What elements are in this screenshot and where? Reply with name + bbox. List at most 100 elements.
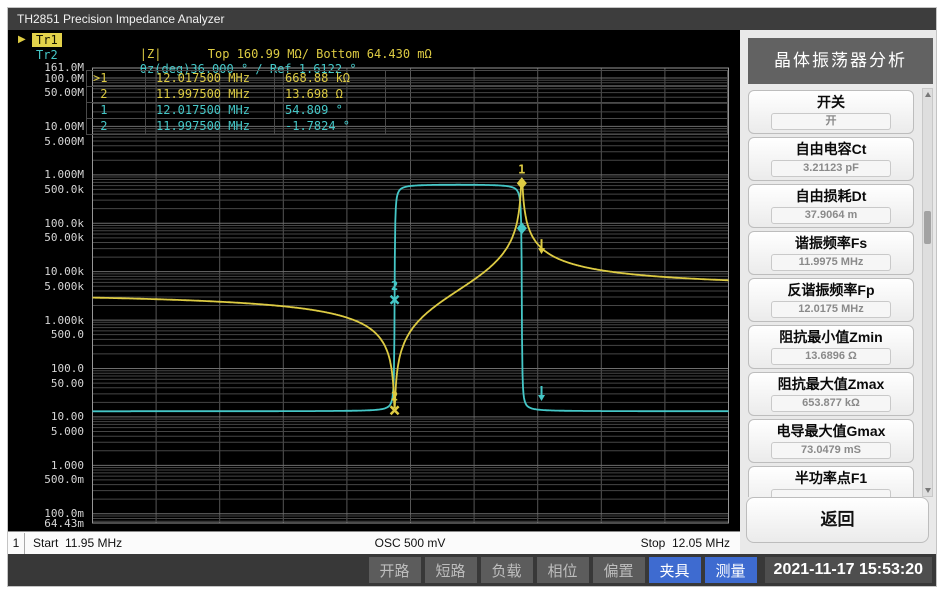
marker-2-label: 2 (391, 279, 398, 293)
y-axis-label: 5.000k (44, 281, 84, 292)
osc-level[interactable]: OSC 500 mV (375, 536, 446, 550)
scroll-up-icon[interactable] (925, 92, 931, 97)
ref-arrow-tr2-tip-icon (538, 395, 545, 401)
start-frequency[interactable]: Start 11.95 MHz (33, 536, 122, 550)
marker-1-label: 1 (518, 162, 525, 176)
marker-readout-row: 112.017500 MHz54.809 ° (86, 102, 728, 119)
measure-button[interactable]: 测量 (705, 557, 757, 583)
short-button[interactable]: 短路 (425, 557, 477, 583)
marker-readout-cell: 12.017500 MHz (146, 71, 275, 86)
marker-readout-row: 211.997500 MHz13.698 Ω (86, 86, 728, 103)
y-axis-label: 10.00k (44, 266, 84, 277)
panel-button-value (771, 489, 891, 497)
y-axis-labels: 161.0M100.0M50.00M10.00M5.000M1.000M500.… (8, 30, 88, 532)
title-bar: TH2851 Precision Impedance Analyzer (8, 8, 936, 30)
y-axis-label: 10.00 (51, 411, 84, 422)
graph-area: 122 ▶ Tr1 |Z|Top 160.99 MΩ/ Bottom 64.43… (8, 30, 740, 554)
panel-button-value: 12.0175 MHz (771, 301, 891, 318)
marker-readout-cell (386, 87, 727, 102)
datetime-display: 2021-11-17 15:53:20 (765, 557, 932, 583)
load-button[interactable]: 负载 (481, 557, 533, 583)
y-axis-label: 100.0k (44, 218, 84, 229)
panel-button-value: 3.21123 pF (771, 160, 891, 177)
panel-button-label: 阻抗最小值Zmin (749, 329, 913, 346)
side-panel: 晶体振荡器分析 开关开自由电容Ct 3.21123 pF 自由损耗Dt 37.9064… (740, 30, 936, 554)
y-axis-label: 5.000 (51, 426, 84, 437)
panel-button-label: 谐振频率Fs (749, 235, 913, 252)
y-axis-label: 50.00M (44, 87, 84, 98)
y-axis-label: 500.0m (44, 474, 84, 485)
bottom-toolbar: 开路短路负载相位偏置夹具测量 2021-11-17 15:53:20 (8, 554, 936, 586)
panel-button-label: 半功率点F1 (749, 470, 913, 487)
panel-button-list: 开关开自由电容Ct 3.21123 pF 自由损耗Dt 37.9064 m 谐振频率Fs… (740, 88, 918, 497)
marker-readout-cell (386, 119, 727, 134)
bias-button[interactable]: 偏置 (593, 557, 645, 583)
panel-button-value: 11.9975 MHz (771, 254, 891, 271)
y-axis-label: 10.00M (44, 121, 84, 132)
marker-readout-cell: >1 (87, 71, 146, 86)
marker-readout-cell (386, 71, 727, 86)
marker-readout-cell: -1.7824 ° (275, 119, 386, 134)
window-title: TH2851 Precision Impedance Analyzer (17, 12, 224, 26)
marker-readout-table: >112.017500 MHz668.88 kΩ 211.997500 MHz1… (86, 70, 728, 135)
marker-readout-cell: 12.017500 MHz (146, 103, 275, 118)
y-axis-label: 50.00 (51, 378, 84, 389)
marker-1-tr2-diamond-icon[interactable] (517, 222, 527, 234)
marker-readout-cell: 11.997500 MHz (146, 119, 275, 134)
open-button[interactable]: 开路 (369, 557, 421, 583)
marker-readout-cell: 2 (87, 119, 146, 134)
y-axis-label: 64.43m (44, 518, 84, 529)
panel-button-value: 开 (771, 113, 891, 130)
panel-title: 晶体振荡器分析 (748, 38, 933, 84)
panel-button-label: 自由损耗Dt (749, 188, 913, 205)
marker-readout-cell: 13.698 Ω (275, 87, 386, 102)
panel-button-label: 自由电容Ct (749, 141, 913, 158)
panel-button-value: 37.9064 m (771, 207, 891, 224)
panel-button-label: 反谐振频率Fp (749, 282, 913, 299)
panel-button-conductance-max-gmax[interactable]: 电导最大值Gmax 73.0479 mS (748, 419, 914, 463)
panel-button-value: 13.6896 Ω (771, 348, 891, 365)
main-area: 122 ▶ Tr1 |Z|Top 160.99 MΩ/ Bottom 64.43… (8, 30, 936, 554)
y-axis-label: 1.000k (44, 315, 84, 326)
panel-button-value: 653.877 kΩ (771, 395, 891, 412)
marker-readout-cell: 2 (87, 87, 146, 102)
marker-readout-cell: 1 (87, 103, 146, 118)
panel-button-anti-resonant-freq-fp[interactable]: 反谐振频率Fp 12.0175 MHz (748, 278, 914, 322)
y-axis-label: 500.0k (44, 184, 84, 195)
scrollbar-thumb[interactable] (924, 211, 931, 244)
panel-button-free-loss-dt[interactable]: 自由损耗Dt 37.9064 m (748, 184, 914, 228)
fixture-button[interactable]: 夹具 (649, 557, 701, 583)
y-axis-label: 1.000 (51, 460, 84, 471)
marker-2-label: 2 (391, 389, 398, 403)
y-axis-label: 50.00k (44, 232, 84, 243)
panel-button-resonant-freq-fs[interactable]: 谐振频率Fs 11.9975 MHz (748, 231, 914, 275)
y-axis-label: 100.0M (44, 73, 84, 84)
panel-button-label: 开关 (749, 94, 913, 111)
sweep-status-bar: 1 Start 11.95 MHz OSC 500 mV Stop 12.05 … (8, 531, 740, 554)
panel-button-label: 阻抗最大值Zmax (749, 376, 913, 393)
marker-readout-cell: 54.809 ° (275, 103, 386, 118)
back-button[interactable]: 返回 (746, 497, 929, 543)
panel-button-impedance-max-zmax[interactable]: 阻抗最大值Zmax 653.877 kΩ (748, 372, 914, 416)
stop-frequency[interactable]: Stop 12.05 MHz (641, 536, 730, 550)
scroll-down-icon[interactable] (925, 488, 931, 493)
marker-readout-cell: 668.88 kΩ (275, 71, 386, 86)
panel-button-label: 电导最大值Gmax (749, 423, 913, 440)
phase-button[interactable]: 相位 (537, 557, 589, 583)
panel-button-impedance-min-zmin[interactable]: 阻抗最小值Zmin 13.6896 Ω (748, 325, 914, 369)
marker-readout-cell (386, 103, 727, 118)
marker-readout-row: >112.017500 MHz668.88 kΩ (86, 70, 728, 87)
panel-button-free-capacitance-ct[interactable]: 自由电容Ct 3.21123 pF (748, 137, 914, 181)
y-axis-label: 1.000M (44, 169, 84, 180)
marker-readout-cell: 11.997500 MHz (146, 87, 275, 102)
panel-scrollbar[interactable] (922, 88, 933, 497)
channel-number: 1 (8, 533, 25, 554)
y-axis-label: 5.000M (44, 136, 84, 147)
app-window: TH2851 Precision Impedance Analyzer 122 … (8, 8, 936, 586)
panel-button-value: 73.0479 mS (771, 442, 891, 459)
y-axis-label: 500.0 (51, 329, 84, 340)
y-axis-label: 100.0 (51, 363, 84, 374)
marker-readout-row: 211.997500 MHz-1.7824 ° (86, 118, 728, 135)
panel-button-half-power-f1[interactable]: 半功率点F1 (748, 466, 914, 497)
panel-button-switch[interactable]: 开关开 (748, 90, 914, 134)
